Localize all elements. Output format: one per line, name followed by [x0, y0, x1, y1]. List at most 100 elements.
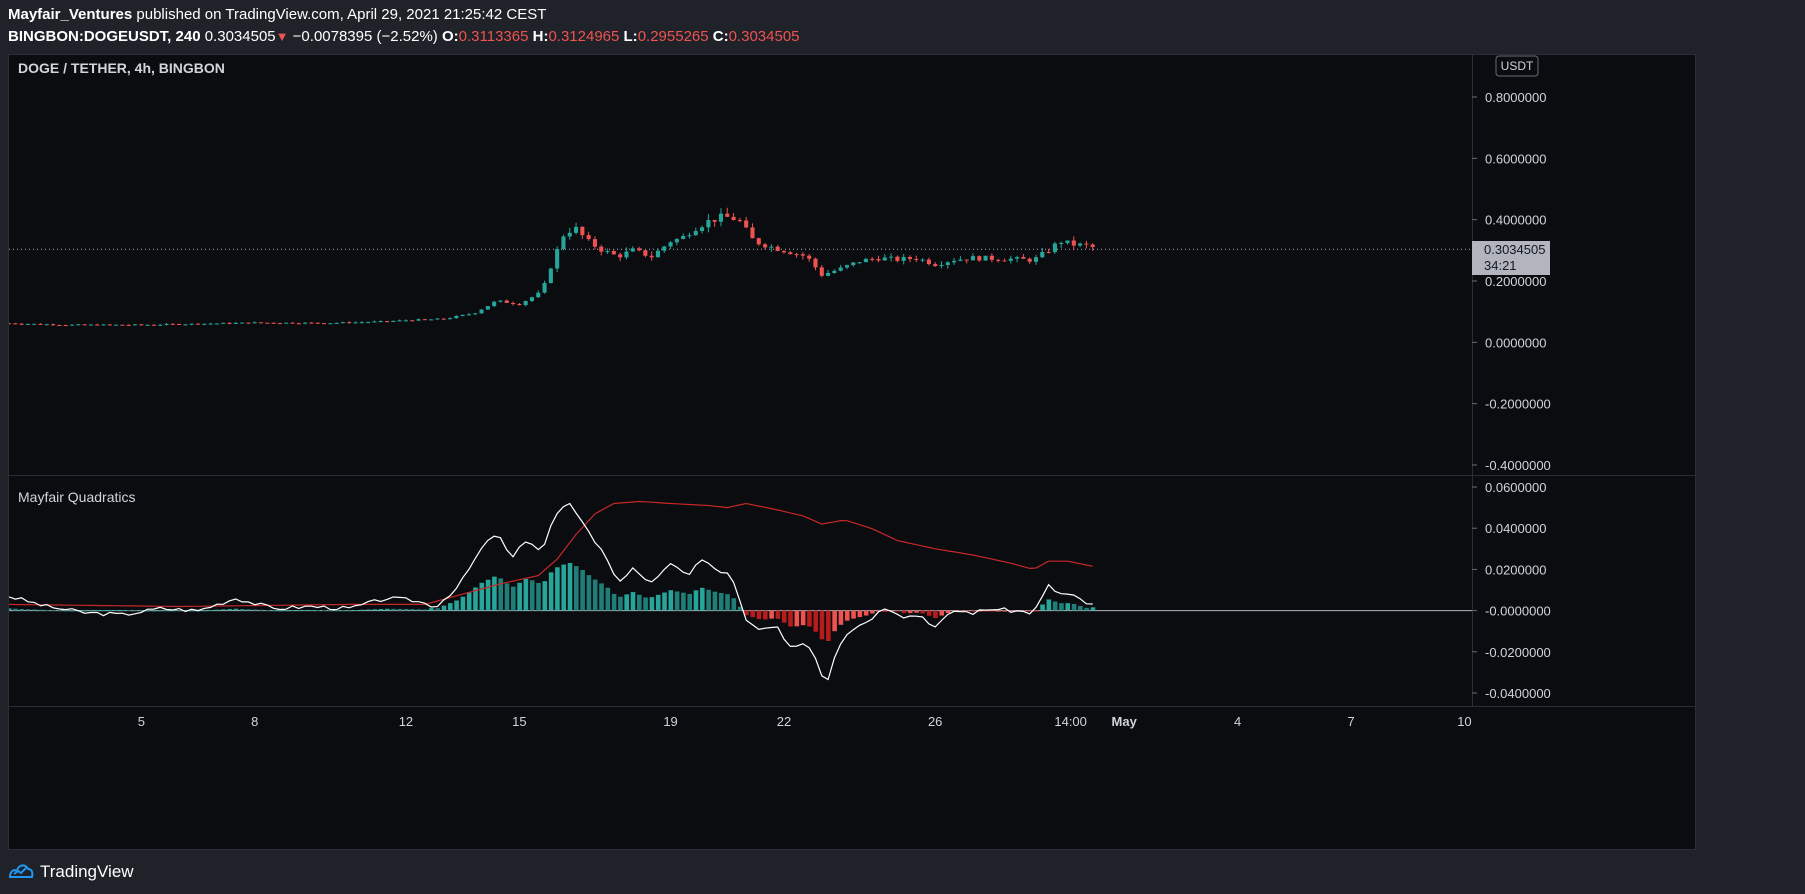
histogram-bar [775, 610, 781, 619]
histogram-bar [750, 610, 756, 618]
histogram-bar [668, 590, 674, 611]
candle [38, 323, 43, 325]
candle [712, 219, 717, 222]
histogram-bar [857, 610, 863, 618]
histogram-bar [561, 564, 567, 611]
candle [706, 219, 711, 228]
histogram-bar [687, 593, 693, 611]
candle [403, 320, 408, 322]
chart-canvas[interactable]: 0.8000000 0.6000000 0.4000000 0.2000000 0.00… [9, 55, 1695, 849]
histogram-bar [101, 610, 107, 612]
time-axis-label: 26 [928, 714, 942, 729]
histogram-bar [372, 609, 377, 611]
candle [391, 321, 396, 323]
last-price-tag: 0.3034505 34:21 [1472, 241, 1550, 275]
histogram-bar [492, 576, 497, 611]
histogram-bar [334, 610, 340, 612]
histogram-bar [57, 610, 62, 612]
candle [397, 320, 402, 322]
histogram-bar [800, 610, 806, 626]
histogram-bar [454, 600, 459, 611]
histogram-bar [32, 609, 37, 611]
histogram-bar [447, 603, 453, 611]
candle [889, 256, 894, 258]
histogram-bar [233, 608, 239, 611]
candle [258, 322, 264, 324]
candle [662, 246, 667, 251]
histogram-bar [926, 610, 932, 616]
histogram-bar [1065, 603, 1071, 611]
histogram-bar [378, 609, 384, 611]
candle [763, 244, 768, 248]
candle [800, 254, 805, 256]
histogram-bar [882, 610, 888, 613]
histogram-bar [214, 609, 220, 611]
histogram-bar [983, 610, 989, 612]
histogram-bar [151, 610, 157, 612]
time-axis-label: 14:00 [1054, 714, 1087, 729]
candle [775, 246, 780, 251]
time-axis-bg [9, 707, 1695, 849]
histogram-bar [826, 610, 831, 641]
candle [769, 246, 774, 248]
symbol-label: BINGBON:DOGEUSDT, 240 [8, 28, 201, 45]
candle [844, 265, 850, 268]
candle [826, 272, 831, 276]
candle [870, 258, 875, 260]
candle [1052, 243, 1057, 253]
histogram-bar [807, 610, 812, 627]
candle [655, 250, 661, 258]
histogram-bar [907, 610, 913, 614]
histogram-bar [574, 566, 579, 611]
candle [964, 259, 969, 261]
histogram-bar [832, 610, 837, 632]
indicator-axis-label: 0.0600000 [1485, 480, 1546, 495]
histogram-bar [466, 592, 472, 611]
candle [788, 252, 793, 255]
candle [970, 256, 976, 261]
price-axis-label: -0.4000000 [1485, 458, 1551, 473]
candle [1021, 257, 1026, 259]
histogram-bar [340, 610, 346, 612]
close-label: C: [712, 28, 729, 45]
histogram-bar [107, 610, 113, 612]
histogram-bar [939, 610, 945, 616]
currency-button[interactable]: USDT [1495, 55, 1539, 77]
publish-line: Mayfair_Ventures published on TradingVie… [8, 6, 546, 23]
candle [9, 323, 12, 325]
close-value: 0.3034505 [728, 28, 800, 45]
candle [586, 235, 591, 240]
candle [750, 227, 755, 239]
candle [290, 322, 295, 324]
candle [687, 235, 692, 237]
ohlc-line: BINGBON:DOGEUSDT, 240 0.3034505 ▼ −0.0078… [8, 28, 800, 45]
histogram-bar [989, 610, 995, 612]
tradingview-logo-icon[interactable] [8, 861, 34, 884]
grid-layer [9, 55, 1695, 849]
candle [511, 302, 516, 305]
price-change: −0.0078395 (−2.52%) [292, 28, 438, 45]
histogram-bar [674, 591, 680, 611]
histogram-bar [1040, 604, 1045, 611]
down-arrow-icon: ▼ [275, 29, 289, 44]
candle [983, 255, 988, 261]
time-axis-label: 15 [512, 714, 526, 729]
candle [838, 267, 843, 271]
footer-brand[interactable]: TradingView [40, 862, 134, 882]
chart-area[interactable]: 0.8000000 0.6000000 0.4000000 0.2000000 0.00… [8, 54, 1696, 850]
histogram-bar [536, 583, 541, 611]
histogram-bar [258, 609, 264, 611]
candle [95, 324, 100, 326]
candle [851, 262, 856, 266]
histogram-bar [429, 608, 434, 611]
candle [51, 324, 56, 326]
candle [504, 300, 509, 303]
author-name[interactable]: Mayfair_Ventures [8, 6, 132, 23]
histogram-bar [851, 610, 856, 619]
candle [611, 251, 616, 255]
candle [737, 220, 742, 222]
indicator-pane-title: Mayfair Quadratics [18, 489, 135, 505]
time-axis-label: 12 [399, 714, 413, 729]
candle [807, 255, 812, 259]
histogram-bar [718, 592, 724, 611]
